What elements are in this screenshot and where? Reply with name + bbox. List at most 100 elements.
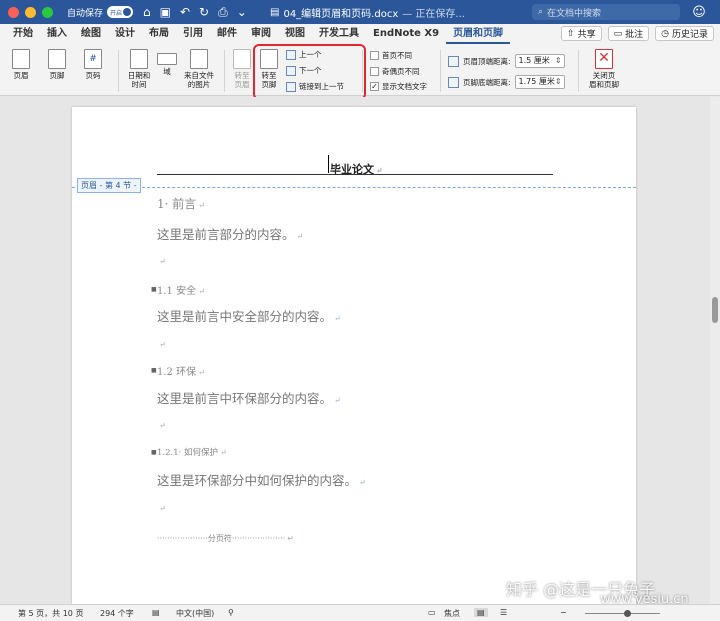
search-icon: ⌕ <box>538 7 544 17</box>
autosave: 自动保存 开启 <box>67 6 134 19</box>
tab-developer[interactable]: 开发工具 <box>312 24 366 44</box>
different-odd-even-checkbox[interactable]: 奇偶页不同 <box>370 66 420 77</box>
paragraph[interactable]: 这里是前言中安全部分的内容。 ↵ <box>157 306 341 325</box>
history-button[interactable]: ◷ 历史记录 <box>655 26 714 41</box>
word-count[interactable]: 294 个字 <box>100 608 134 619</box>
doc-status: — 正在保存... <box>402 8 465 20</box>
paragraph-mark: ↵ <box>159 257 166 266</box>
print-icon[interactable]: ⎙ <box>218 5 228 20</box>
list-bullet-icon: ■ <box>151 449 157 456</box>
feedback-smile-icon[interactable]: ☺ <box>690 3 708 21</box>
footer-bottom-distance: 页脚底端距离: 1.75 厘米 <box>448 75 565 89</box>
ribbon-tabs: 开始 插入 绘图 设计 布局 引用 邮件 审阅 视图 开发工具 EndNote … <box>0 24 720 44</box>
paragraph-text: 这里是前言部分的内容。 <box>157 227 295 242</box>
undo-icon[interactable]: ↶ <box>180 5 190 20</box>
tab-review[interactable]: 审阅 <box>244 24 278 44</box>
calendar-icon <box>130 49 148 69</box>
zoom-out-icon[interactable]: − <box>560 608 567 617</box>
close-x-icon: ✕ <box>595 49 613 69</box>
redo-icon[interactable]: ↻ <box>199 5 209 20</box>
tab-design[interactable]: 设计 <box>108 24 142 44</box>
tab-view[interactable]: 视图 <box>278 24 312 44</box>
tab-layout[interactable]: 布局 <box>142 24 176 44</box>
share-label: 共享 <box>577 30 596 40</box>
tab-home[interactable]: 开始 <box>6 24 40 44</box>
footer-distance-icon <box>448 76 459 88</box>
comments-button[interactable]: ▭ 批注 <box>607 26 650 41</box>
paragraph-text: 这里是前言中环保部分的内容。 <box>157 391 333 406</box>
close-window-button[interactable] <box>8 6 19 18</box>
empty-paragraph[interactable]: ↵ <box>157 254 166 267</box>
footer-bottom-input[interactable]: 1.75 厘米 <box>514 75 565 89</box>
page-number-label: 页码 <box>85 71 101 80</box>
search-input[interactable]: ⌕ 在文档中搜索 <box>532 4 680 20</box>
date-time-button[interactable]: 日期和 时间 <box>124 49 154 89</box>
document-page[interactable]: 毕业论文 ↵ 页眉 - 第 4 节 - 1· 前言 ↵ 这里是前言部分的内容。 ↵ ↵… <box>72 107 636 604</box>
history-label: 历史记录 <box>671 30 708 40</box>
vertical-scrollbar[interactable] <box>710 97 720 604</box>
ribbon-divider <box>440 50 441 92</box>
zoom-window-button[interactable] <box>42 6 53 18</box>
footer-button[interactable]: 页脚 <box>44 49 70 80</box>
heading-3-text: 1.2.1· 如何保护 <box>157 448 219 458</box>
show-doc-text-label: 显示文档文字 <box>382 82 427 91</box>
accessibility-icon[interactable]: ⚲ <box>228 608 234 617</box>
minimize-window-button[interactable] <box>25 6 36 18</box>
save-icon[interactable]: ▣ <box>160 5 171 20</box>
zoom-slider[interactable] <box>585 613 660 614</box>
picture-from-file-button[interactable]: 来自文件 的图片 <box>182 49 216 89</box>
picture-icon <box>190 49 208 69</box>
comment-icon: ▭ <box>613 28 623 39</box>
heading-2[interactable]: 1.2 环保 ↵ <box>157 363 205 378</box>
tab-header-footer[interactable]: 页眉和页脚 <box>446 24 511 44</box>
zoom-slider-handle[interactable] <box>624 610 631 617</box>
show-document-text-checkbox[interactable]: ✓ 显示文档文字 <box>370 81 427 92</box>
goto-header-label-1: 转至 <box>234 71 250 80</box>
tab-mailings[interactable]: 邮件 <box>210 24 244 44</box>
focus-label[interactable]: 焦点 <box>444 608 460 619</box>
tab-insert[interactable]: 插入 <box>40 24 74 44</box>
home-icon[interactable]: ⌂ <box>143 5 151 20</box>
paragraph-mark: ↵ <box>287 534 294 543</box>
header-top-input[interactable]: 1.5 厘米 <box>514 54 565 68</box>
page-count[interactable]: 第 5 页，共 10 页 <box>18 608 83 619</box>
language-status[interactable]: 中文(中国) <box>176 608 214 619</box>
different-first-page-checkbox[interactable]: 首页不同 <box>370 50 412 61</box>
paragraph-mark: ↵ <box>198 201 205 210</box>
header-icon <box>12 49 30 69</box>
share-button[interactable]: ⇧ 共享 <box>561 26 602 41</box>
heading-1-text: 1· 前言 <box>157 197 197 211</box>
search-placeholder: 在文档中搜索 <box>547 8 602 19</box>
tab-draw[interactable]: 绘图 <box>74 24 108 44</box>
page-number-button[interactable]: # 页码 <box>80 49 106 80</box>
header-button[interactable]: 页眉 <box>8 49 34 80</box>
heading-1[interactable]: 1· 前言 ↵ <box>157 195 205 212</box>
empty-paragraph[interactable]: ↵ <box>157 337 166 350</box>
tab-references[interactable]: 引用 <box>176 24 210 44</box>
scrollbar-thumb[interactable] <box>712 297 718 323</box>
footer-bottom-label: 页脚底端距离: <box>463 77 511 87</box>
tab-endnote[interactable]: EndNote X9 <box>366 24 446 44</box>
field-label: 域 <box>163 67 171 76</box>
close-header-footer-button[interactable]: ✕ 关闭页 眉和页脚 <box>584 49 624 89</box>
goto-header-button[interactable]: 转至 页眉 <box>230 49 254 89</box>
empty-paragraph[interactable]: ↵ <box>157 501 166 514</box>
proofing-icon[interactable]: ▤ <box>152 608 160 617</box>
paragraph-mark: ↵ <box>159 340 166 349</box>
heading-3[interactable]: 1.2.1· 如何保护 ↵ <box>157 446 227 458</box>
paragraph[interactable]: 这里是前言部分的内容。 ↵ <box>157 224 303 243</box>
paragraph-mark: ↵ <box>334 396 341 405</box>
print-layout-view-icon[interactable]: ▤ <box>474 608 488 617</box>
field-button[interactable]: 域 <box>156 49 178 76</box>
heading-2[interactable]: 1.1 安全 ↵ <box>157 282 205 297</box>
focus-icon[interactable]: ▭ <box>428 608 436 617</box>
empty-paragraph[interactable]: ↵ <box>157 418 166 431</box>
date-time-label-2: 时间 <box>131 80 147 89</box>
web-layout-view-icon[interactable]: ☰ <box>500 608 507 617</box>
comments-label: 批注 <box>625 30 644 40</box>
paragraph[interactable]: 这里是前言中环保部分的内容。 ↵ <box>157 388 341 407</box>
autosave-toggle[interactable]: 开启 <box>107 6 134 18</box>
paragraph[interactable]: 这里是环保部分中如何保护的内容。 ↵ <box>157 470 366 489</box>
customize-chevron-icon[interactable]: ⌄ <box>237 5 247 20</box>
document-title: ▤ 04_编辑页眉和页码.docx — 正在保存... <box>270 0 465 24</box>
